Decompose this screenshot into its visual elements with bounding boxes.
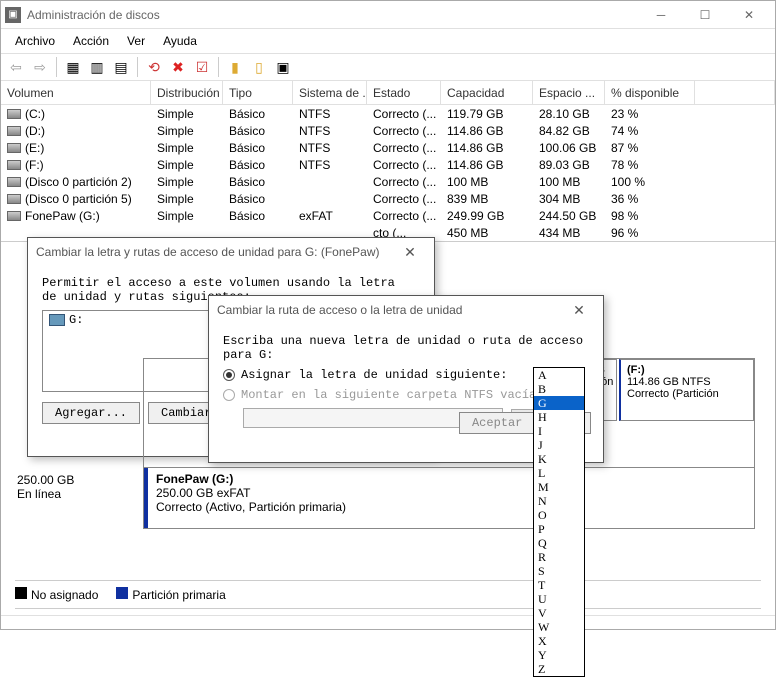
menubar: Archivo Acción Ver Ayuda (1, 29, 775, 53)
volume-icon (7, 211, 21, 221)
dropdown-option[interactable]: H (534, 410, 584, 424)
ok-button[interactable]: Aceptar (459, 412, 535, 434)
col-capacidad[interactable]: Capacidad (441, 81, 533, 104)
table-row[interactable]: (Disco 0 partición 2)SimpleBásicoCorrect… (1, 173, 775, 190)
radio-assign-letter[interactable] (223, 369, 235, 381)
col-tipo[interactable]: Tipo (223, 81, 293, 104)
tool-icon-1[interactable]: ▦ (62, 56, 84, 78)
col-disponible[interactable]: % disponible (605, 81, 695, 104)
dropdown-option[interactable]: V (534, 606, 584, 620)
menu-ver[interactable]: Ver (119, 31, 153, 51)
maximize-button[interactable]: ☐ (683, 1, 727, 29)
dlg1-close-button[interactable]: ✕ (394, 240, 426, 264)
tool-refresh-icon[interactable]: ⟲ (143, 56, 165, 78)
tool-props-icon[interactable]: ▣ (272, 56, 294, 78)
tool-delete-icon[interactable]: ✖ (167, 56, 189, 78)
dropdown-option[interactable]: B (534, 382, 584, 396)
swatch-unallocated (15, 587, 27, 599)
dlg2-close-button[interactable]: ✕ (563, 298, 595, 322)
table-row[interactable]: (F:)SimpleBásicoNTFSCorrecto (...114.86 … (1, 156, 775, 173)
dropdown-option[interactable]: I (534, 424, 584, 438)
dropdown-option[interactable]: M (534, 480, 584, 494)
swatch-primary (116, 587, 128, 599)
dropdown-option[interactable]: J (534, 438, 584, 452)
dropdown-option[interactable]: A (534, 368, 584, 382)
table-row[interactable]: FonePaw (G:)SimpleBásicoexFATCorrecto (.… (1, 207, 775, 224)
dropdown-option[interactable]: O (534, 508, 584, 522)
minimize-button[interactable]: ─ (639, 1, 683, 29)
disk-lower-row[interactable]: FonePaw (G:) 250.00 GB exFAT Correcto (A… (143, 467, 755, 529)
dropdown-option[interactable]: N (534, 494, 584, 508)
menu-accion[interactable]: Acción (65, 31, 117, 51)
dropdown-option[interactable]: Q (534, 536, 584, 550)
window-title: Administración de discos (27, 8, 639, 22)
status-bar (1, 615, 775, 629)
volume-icon (7, 109, 21, 119)
close-button[interactable]: ✕ (727, 1, 771, 29)
col-volumen[interactable]: Volumen (1, 81, 151, 104)
drive-icon (49, 314, 65, 326)
dropdown-option[interactable]: X (534, 634, 584, 648)
dlg2-title: Cambiar la ruta de acceso o la letra de … (217, 303, 563, 317)
dropdown-option[interactable]: R (534, 550, 584, 564)
dropdown-option[interactable]: U (534, 592, 584, 606)
legend: No asignado Partición primaria (15, 580, 761, 609)
dropdown-option[interactable]: Y (534, 648, 584, 662)
main-window: ▣ Administración de discos ─ ☐ ✕ Archivo… (0, 0, 776, 630)
volume-table: Volumen Distribución Tipo Sistema de ...… (1, 81, 775, 242)
table-row[interactable]: (E:)SimpleBásicoNTFSCorrecto (...114.86 … (1, 139, 775, 156)
app-icon: ▣ (5, 7, 21, 23)
menu-ayuda[interactable]: Ayuda (155, 31, 205, 51)
dlg1-title: Cambiar la letra y rutas de acceso de un… (36, 245, 394, 259)
col-distribucion[interactable]: Distribución (151, 81, 223, 104)
dropdown-option[interactable]: K (534, 452, 584, 466)
dlg2-desc: Escriba una nueva letra de unidad o ruta… (223, 334, 589, 362)
volume-icon (7, 177, 21, 187)
col-sistema[interactable]: Sistema de ... (293, 81, 367, 104)
add-button[interactable]: Agregar... (42, 402, 140, 424)
partition-box-f[interactable]: (F:) 114.86 GB NTFS Correcto (Partición (619, 359, 754, 421)
dropdown-option[interactable]: Z (534, 662, 584, 676)
table-row[interactable]: (D:)SimpleBásicoNTFSCorrecto (...114.86 … (1, 122, 775, 139)
volume-icon (7, 126, 21, 136)
col-estado[interactable]: Estado (367, 81, 441, 104)
dropdown-option[interactable]: G (534, 396, 584, 410)
dropdown-option[interactable]: L (534, 466, 584, 480)
radio-mount-folder[interactable] (223, 389, 235, 401)
dropdown-option[interactable]: P (534, 522, 584, 536)
table-row[interactable]: (C:)SimpleBásicoNTFSCorrecto (...119.79 … (1, 105, 775, 122)
tool-icon-2[interactable]: ▥ (86, 56, 108, 78)
tool-check-icon[interactable]: ☑ (191, 56, 213, 78)
tool-folder-icon[interactable]: ▮ (224, 56, 246, 78)
disk-info: 250.00 GB En línea (17, 473, 74, 501)
volume-icon (7, 160, 21, 170)
back-icon: ⇦ (5, 56, 27, 78)
table-row[interactable]: (Disco 0 partición 5)SimpleBásicoCorrect… (1, 190, 775, 207)
col-espacio[interactable]: Espacio ... (533, 81, 605, 104)
toolbar: ⇦ ⇨ ▦ ▥ ▤ ⟲ ✖ ☑ ▮ ▯ ▣ (1, 53, 775, 81)
dropdown-option[interactable]: S (534, 564, 584, 578)
titlebar: ▣ Administración de discos ─ ☐ ✕ (1, 1, 775, 29)
tool-search-icon[interactable]: ▯ (248, 56, 270, 78)
forward-icon: ⇨ (29, 56, 51, 78)
drive-letter-dropdown[interactable]: ABGHIJKLMNOPQRSTUVWXYZ (533, 367, 585, 677)
volume-icon (7, 194, 21, 204)
volume-icon (7, 143, 21, 153)
tool-icon-3[interactable]: ▤ (110, 56, 132, 78)
menu-archivo[interactable]: Archivo (7, 31, 63, 51)
dropdown-option[interactable]: T (534, 578, 584, 592)
